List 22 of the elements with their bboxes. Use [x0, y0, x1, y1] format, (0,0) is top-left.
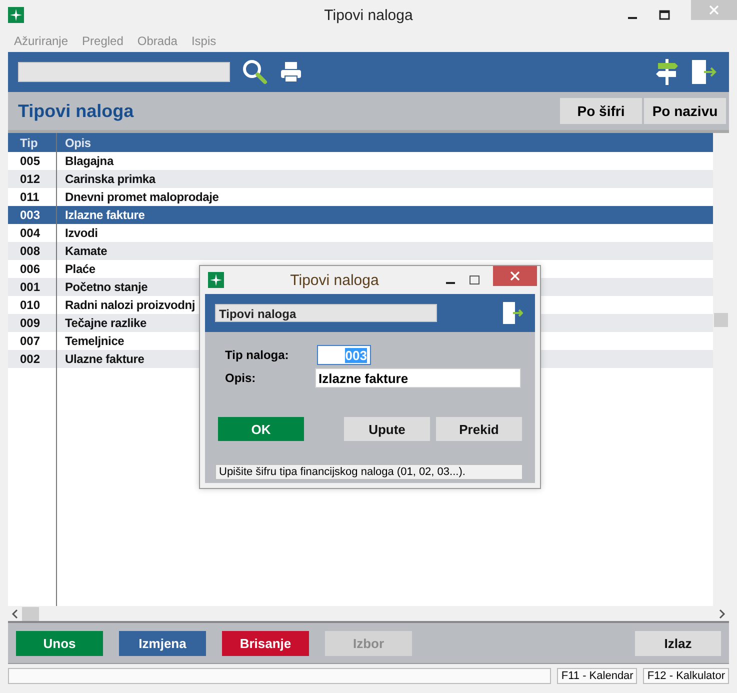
field-label: Tip naloga:: [225, 348, 290, 362]
page-title: Tipovi naloga: [18, 100, 134, 122]
table-cell-text: Plaće: [64, 262, 96, 276]
table-cell-text: Carinska primka: [64, 172, 156, 186]
status-text: F12 - Kalkulator: [643, 668, 729, 684]
hint-text: Upišite šifru tipa financijskog naloga (01, 02, 03...).: [215, 464, 523, 480]
table-cell-text: Izlazne fakture: [64, 208, 145, 222]
field-label: Opis:: [225, 371, 257, 385]
table-cell-text: Blagajna: [64, 154, 114, 168]
table-cell-text: Ulazne fakture: [64, 352, 144, 366]
table-cell-text: Radni nalozi proizvodnj: [64, 298, 196, 312]
table-cell-text: Izvodi: [64, 226, 98, 240]
table-cell-text: Temeljnice: [64, 334, 124, 348]
status-text: F11 - Kalendar: [557, 668, 638, 684]
table-cell-text: Dnevni promet maloprodaje: [64, 190, 219, 204]
window-title: Tipovi naloga: [323, 6, 414, 24]
table-cell-text: Kamate: [64, 244, 108, 258]
table-cell-text: Tečajne razlike: [64, 316, 146, 330]
dialog-header-field: Tipovi naloga: [215, 304, 437, 322]
table-cell-text: Početno stanje: [64, 280, 148, 294]
dialog-title: Tipovi naloga: [289, 272, 380, 288]
table-cell: 002: [8, 350, 57, 368]
